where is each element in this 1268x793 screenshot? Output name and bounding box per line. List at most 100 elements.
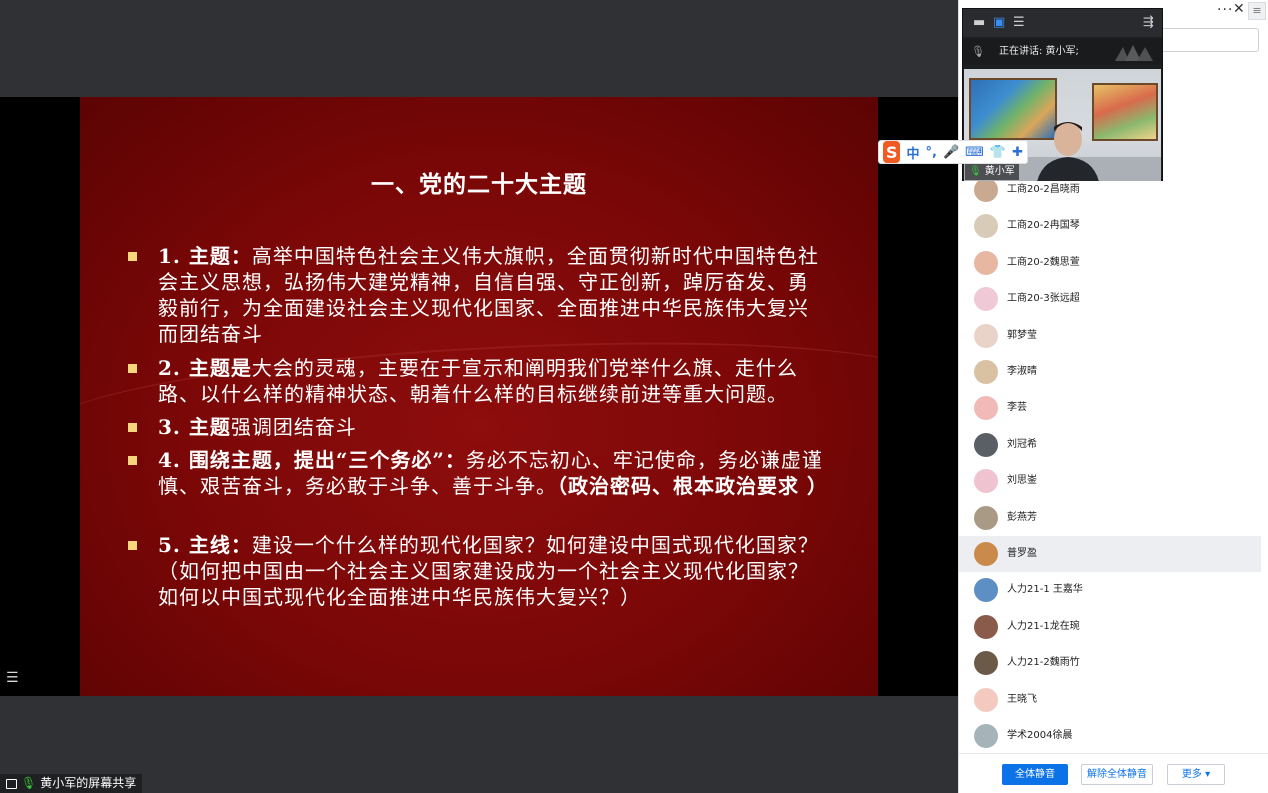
slide-bullet-2: 2. 主题是大会的灵魂，主要在于宣示和阐明我们党举什么旗、走什么路、以什么样的精… xyxy=(128,355,828,407)
bullet-text: 大会的灵魂，主要在于宣示和阐明我们党举什么旗、走什么路、以什么样的精神状态、朝着… xyxy=(158,356,798,406)
skin-icon[interactable]: 👕 xyxy=(990,145,1006,160)
participant-name: 刘思崟 xyxy=(1007,475,1037,487)
screen-share-area: 一、党的二十大主题 1. 主题：高举中国特色社会主义伟大旗帜，全面贯彻新时代中国… xyxy=(0,0,958,793)
sogou-logo-icon[interactable]: S xyxy=(883,141,901,163)
participant-row[interactable]: 刘冠希 xyxy=(959,427,1261,463)
collapse-icon[interactable]: ⇶ xyxy=(1143,15,1154,30)
bullet-text: 强调团结奋斗 xyxy=(230,415,357,439)
video-name-text: 黄小军 xyxy=(984,166,1015,177)
video-name-tag: 🎙 黄小军 xyxy=(965,164,1019,180)
voice-input-icon[interactable]: 🎤 xyxy=(943,145,959,160)
participant-name: 人力21-1 王嘉华 xyxy=(1007,584,1083,596)
keyboard-icon[interactable]: ⌨ xyxy=(965,145,984,160)
bullet-heading: 1. 主题： xyxy=(158,244,252,268)
bullet-marker xyxy=(128,423,137,432)
avatar xyxy=(974,178,998,202)
participant-name: 李芸 xyxy=(1007,402,1027,414)
slide-bullet-3: 3. 主题强调团结奋斗 xyxy=(128,414,828,440)
bullet-marker xyxy=(128,252,137,261)
participant-name: 普罗盈 xyxy=(1007,548,1037,559)
share-status-bar: 🎙 黄小军的屏幕共享 xyxy=(0,774,143,793)
participant-row[interactable]: 彭燕芳 xyxy=(959,500,1261,536)
bullet-text: 建设一个什么样的现代化国家？如何建设中国式现代化国家？（如何把中国由一个社会主义… xyxy=(158,533,819,609)
participant-name: 彭燕芳 xyxy=(1007,511,1037,523)
avatar xyxy=(974,542,998,566)
share-status-text: 黄小军的屏幕共享 xyxy=(40,776,137,790)
participant-row[interactable]: 人力21-1 王嘉华 xyxy=(959,572,1261,608)
avatar xyxy=(974,687,998,712)
participant-row[interactable]: 刘思崟 xyxy=(959,463,1261,499)
participant-row[interactable]: 人力21-2魏雨竹 xyxy=(959,645,1261,681)
unmute-all-button[interactable]: 解除全体静音 xyxy=(1081,764,1153,785)
bullet-heading: 4. 围绕主题，提出“三个务必”： xyxy=(158,448,466,472)
avatar xyxy=(974,469,998,494)
avatar xyxy=(974,651,998,676)
ime-toolbar[interactable]: S 中 °, 🎤 ⌨ 👕 ✚ xyxy=(878,140,1028,164)
speaker-figure xyxy=(1037,122,1099,181)
participant-name: 刘冠希 xyxy=(1007,438,1037,450)
microphone-icon: 🎙 xyxy=(969,166,982,177)
avatar xyxy=(974,396,998,421)
participant-row[interactable]: 李芸 xyxy=(959,390,1261,426)
participant-row[interactable]: 工商20-3张远超 xyxy=(959,281,1261,317)
microphone-icon: 🎙 xyxy=(21,776,37,790)
avatar xyxy=(974,360,998,384)
presentation-slide: 一、党的二十大主题 1. 主题：高举中国特色社会主义伟大旗帜，全面贯彻新时代中国… xyxy=(80,97,878,696)
speaking-indicator: 🎙 正在讲话: 黄小军; xyxy=(963,39,1162,65)
video-toolbar: ▬ ▣ ☰ ⇶ xyxy=(963,9,1162,37)
more-button[interactable]: 更多 ▾ xyxy=(1167,764,1225,785)
avatar xyxy=(974,214,998,239)
participant-row[interactable]: 工商20-2魏思萱 xyxy=(959,245,1261,281)
participant-row[interactable]: 工商20-2冉国琴 xyxy=(959,208,1261,244)
participant-row[interactable]: 普罗盈 xyxy=(959,536,1261,572)
bullet-marker xyxy=(128,541,137,550)
avatar xyxy=(974,432,998,457)
toolbox-icon[interactable]: ✚ xyxy=(1012,145,1023,160)
participant-name: 学术2004徐晨 xyxy=(1007,730,1073,741)
bullet-heading: 5. 主线： xyxy=(158,533,252,557)
more-options-button[interactable]: ··· xyxy=(1217,2,1233,18)
avatar xyxy=(974,505,998,530)
avatar xyxy=(974,323,998,348)
speaker-view-icon[interactable]: ▣ xyxy=(993,15,1005,30)
list-view-icon[interactable]: ☰ xyxy=(1013,15,1025,30)
slide-bullet-1: 1. 主题：高举中国特色社会主义伟大旗帜，全面贯彻新时代中国特色社会主义思想，弘… xyxy=(128,243,828,347)
avatar xyxy=(974,614,998,639)
search-input[interactable] xyxy=(1159,28,1259,52)
bullet-heading: 3. 主题 xyxy=(158,415,231,439)
ime-mode-toggle[interactable]: 中 xyxy=(906,143,919,162)
ime-punctuation-toggle[interactable]: °, xyxy=(926,145,937,160)
participant-name: 李淑晴 xyxy=(1007,366,1037,377)
minimize-icon[interactable]: ▬ xyxy=(973,15,985,30)
participant-name: 工商20-2冉国琴 xyxy=(1007,220,1080,232)
avatar xyxy=(974,578,998,603)
participant-row[interactable]: 李淑晴 xyxy=(959,354,1261,390)
participant-name: 人力21-2魏雨竹 xyxy=(1007,657,1080,669)
list-menu-icon[interactable]: ☰ xyxy=(6,670,24,686)
participant-row[interactable]: 郭梦莹 xyxy=(959,318,1261,354)
panel-footer: 全体静音 解除全体静音 更多 ▾ xyxy=(959,753,1268,793)
mute-all-button[interactable]: 全体静音 xyxy=(1002,764,1068,785)
participant-row[interactable]: 人力21-1龙在琬 xyxy=(959,609,1261,645)
participant-row[interactable]: 学术2004徐晨 xyxy=(959,718,1261,754)
bullet-emphasis: （政治密码、根本政治要求 ） xyxy=(557,474,828,498)
participant-row[interactable]: 王晓飞 xyxy=(959,682,1261,718)
meeting-logo-icon xyxy=(1115,45,1153,61)
participant-name: 王晓飞 xyxy=(1007,693,1037,705)
participant-name: 工商20-2魏思萱 xyxy=(1007,256,1080,268)
close-button[interactable]: ✕ xyxy=(1233,1,1245,17)
avatar xyxy=(974,287,998,312)
bullet-marker xyxy=(128,456,137,465)
speaking-text: 正在讲话: 黄小军; xyxy=(999,46,1079,57)
panel-menu-button[interactable]: ≡ xyxy=(1248,2,1266,20)
screen-share-icon xyxy=(6,778,17,789)
slide-bullet-4: 4. 围绕主题，提出“三个务必”：务必不忘初心、牢记使命，务必谦虚谨慎、艰苦奋斗… xyxy=(128,447,828,499)
avatar xyxy=(974,250,998,275)
bullet-heading: 2. 主题是 xyxy=(158,356,252,380)
slide-bullet-5: 5. 主线：建设一个什么样的现代化国家？如何建设中国式现代化国家？（如何把中国由… xyxy=(128,532,828,610)
bullet-text: 高举中国特色社会主义伟大旗帜，全面贯彻新时代中国特色社会主义思想，弘扬伟大建党精… xyxy=(158,244,819,346)
avatar xyxy=(974,724,998,748)
slide-title: 一、党的二十大主题 xyxy=(371,171,587,198)
microphone-icon: 🎙 xyxy=(971,45,985,58)
bullet-marker xyxy=(128,364,137,373)
